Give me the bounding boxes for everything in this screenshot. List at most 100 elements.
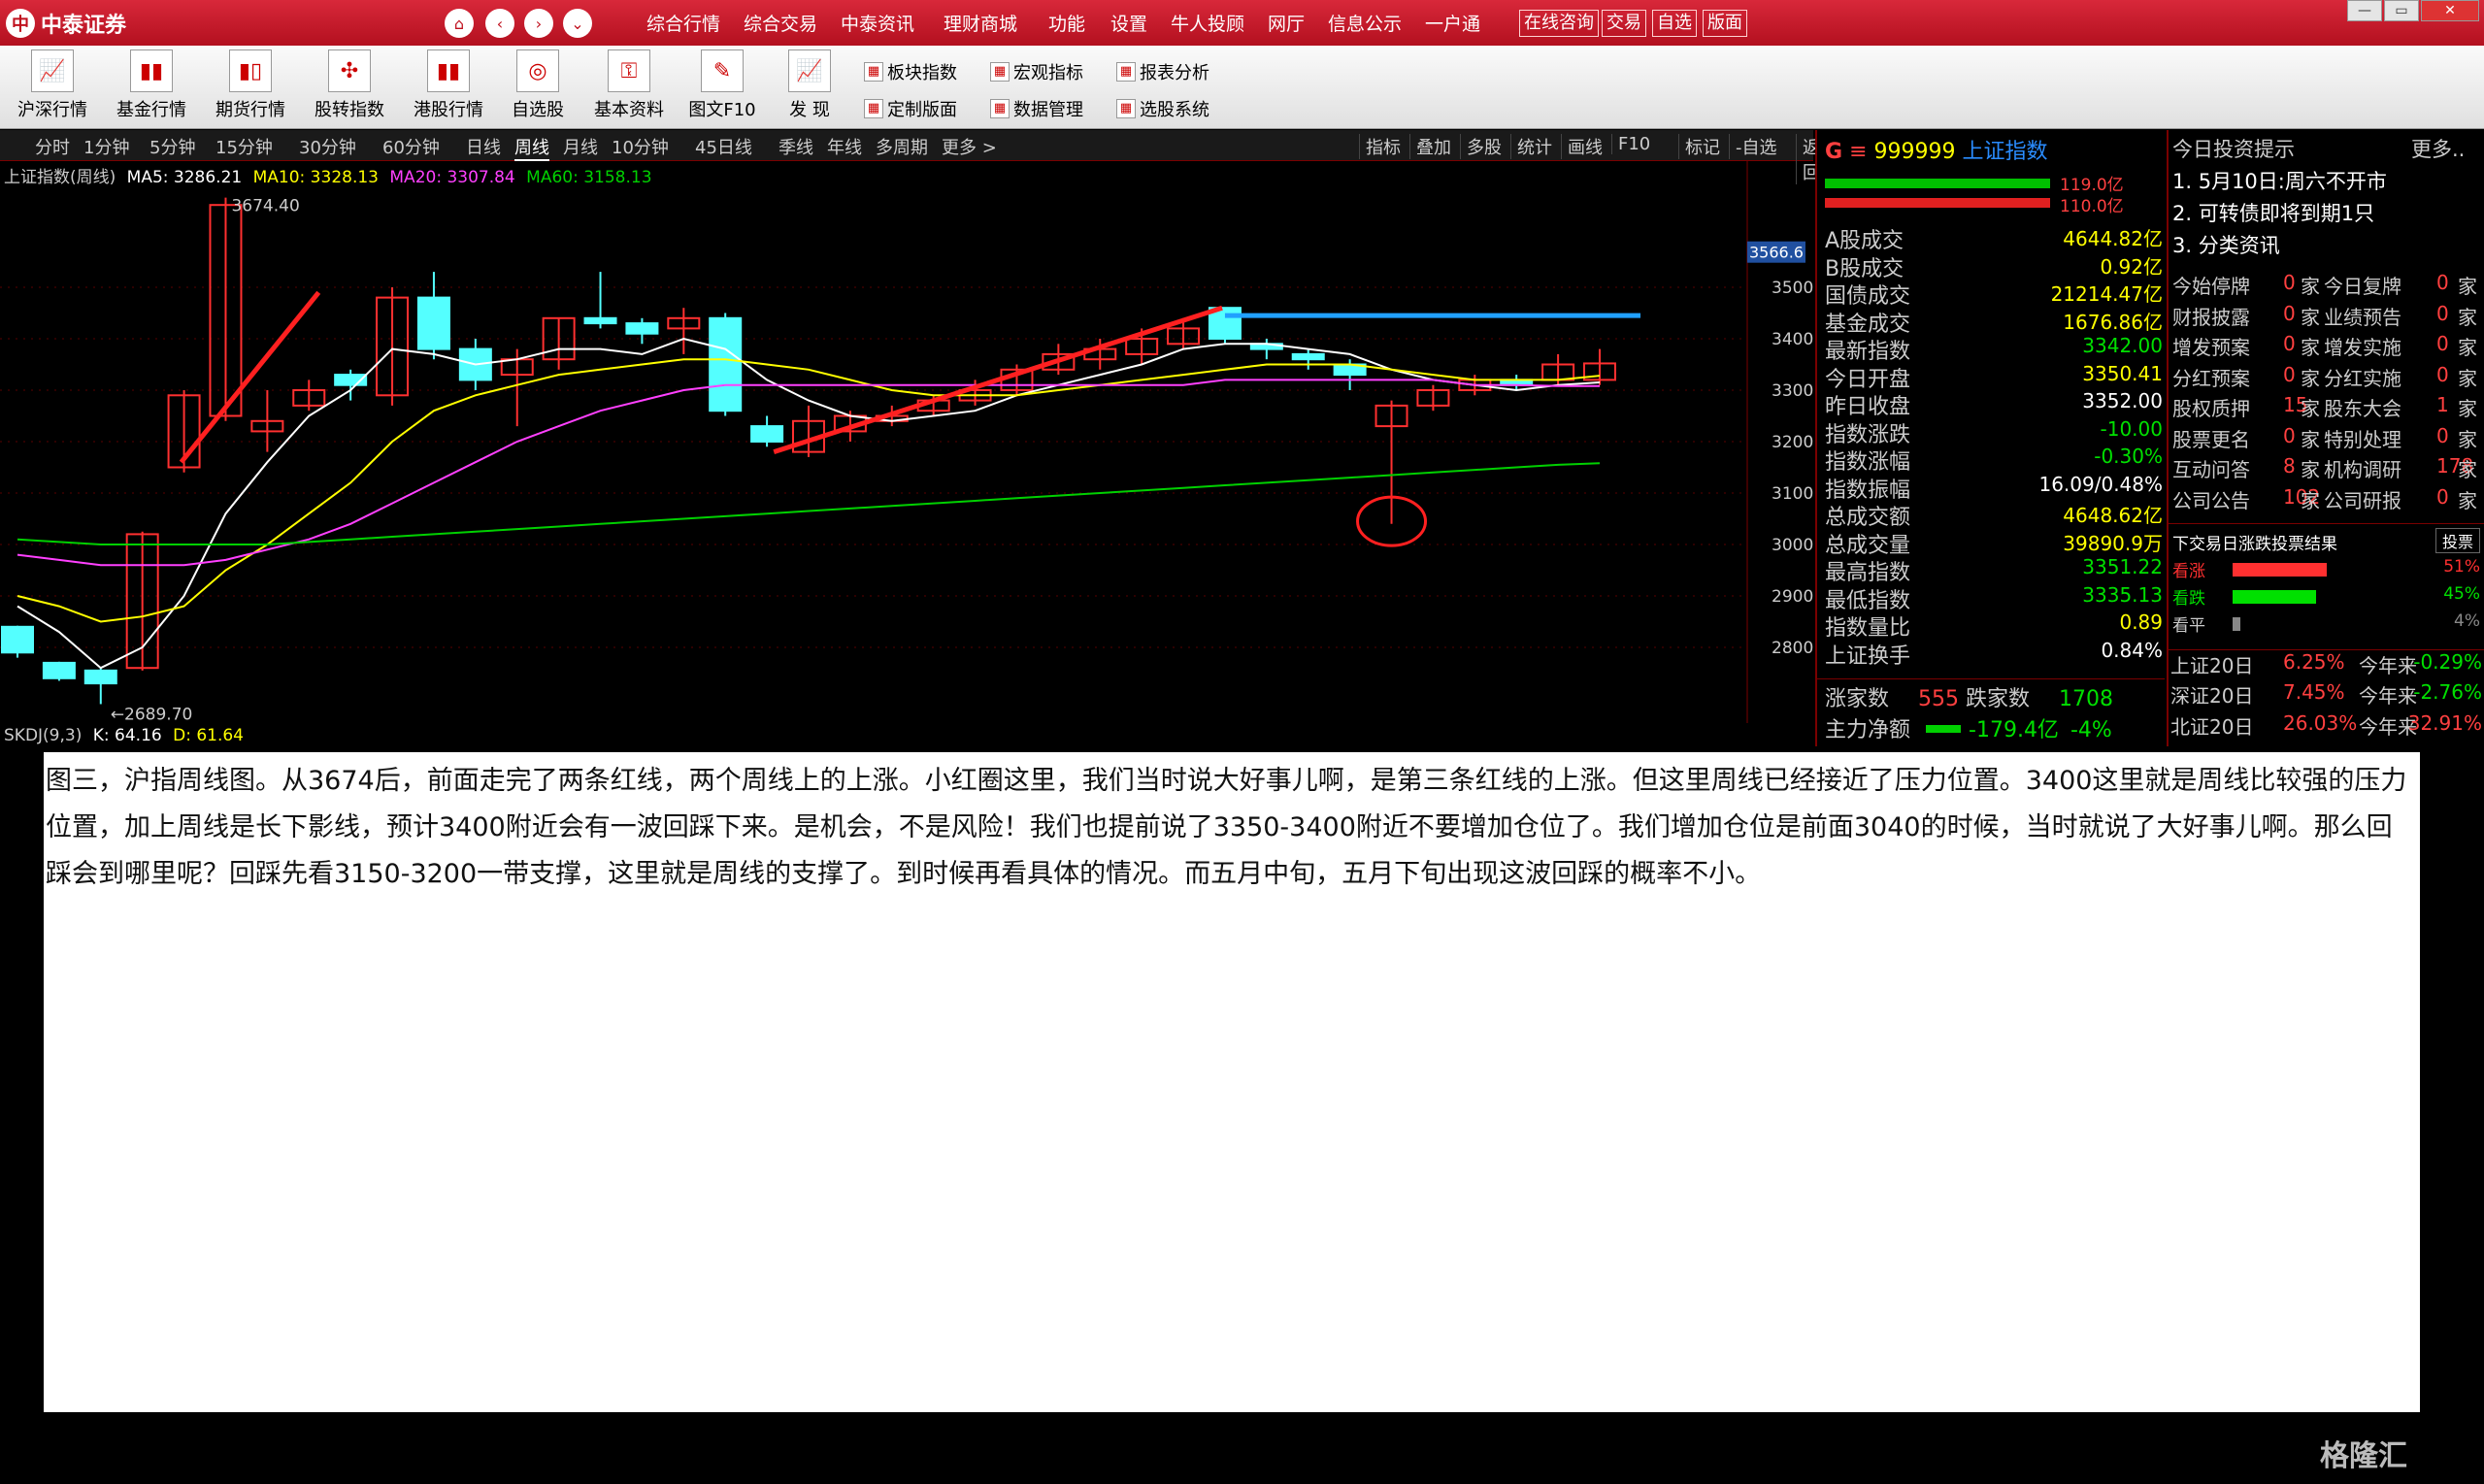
tool-custom-layout[interactable]: ▦ 定制版面 — [864, 96, 957, 121]
tip-item[interactable]: 2. 可转债即将到期1只 — [2172, 198, 2374, 227]
chart-tool-button[interactable]: 叠加 — [1409, 134, 1451, 159]
period-tab[interactable]: 周线 — [514, 134, 549, 161]
menu-trade[interactable]: 综合交易 — [744, 10, 817, 36]
sell-bar — [1825, 198, 2050, 208]
dropdown-icon[interactable]: ⌄ — [563, 9, 592, 38]
event-stat-row[interactable]: 股权质押 15 家股东大会 1 家 — [2169, 393, 2484, 424]
chart-tool-button[interactable]: -自选 — [1729, 134, 1777, 159]
tips-title: 今日投资提示 — [2172, 138, 2295, 161]
tool-report[interactable]: ▦ 报表分析 — [1116, 59, 1209, 84]
forward-icon[interactable]: › — [524, 9, 553, 38]
menu-hall[interactable]: 网厅 — [1268, 10, 1305, 36]
tool-shsz[interactable]: 📈 沪深行情 — [6, 49, 99, 121]
watchlist-button[interactable]: 自选 — [1652, 10, 1697, 37]
quote-row-value: 39890.9万 — [2063, 531, 2163, 555]
main-flow: 主力净额 -179.4亿 -4% — [1825, 712, 2165, 743]
quote-panel: G ≡ 999999 上证指数 119.0亿 110.0亿 A股成交 4644.8… — [1815, 130, 2165, 746]
chart-tool-button[interactable]: 指标 — [1359, 134, 1401, 159]
event-stat-row[interactable]: 互动问答 8 家机构调研 178 家 — [2169, 454, 2484, 485]
bar2-value: 110.0亿 — [2060, 197, 2124, 216]
vote-label: 看平 — [2172, 616, 2205, 636]
tool-profile[interactable]: ⚿ 基本资料 — [582, 49, 676, 121]
event-stat-row[interactable]: 股票更名 0 家特别处理 0 家 — [2169, 424, 2484, 455]
period-tab[interactable]: 月线 — [563, 134, 598, 159]
tool-data-manage[interactable]: ▦ 数据管理 — [990, 96, 1083, 121]
tool-macro[interactable]: ▦ 宏观指标 — [990, 59, 1083, 84]
event-stat-row[interactable]: 分红预案 0 家分红实施 0 家 — [2169, 363, 2484, 394]
tips-more-link[interactable]: 更多.. — [2411, 134, 2465, 163]
chart-tool-button[interactable]: 多股 — [1460, 134, 1502, 159]
chart-tool-button[interactable]: F10 — [1611, 134, 1650, 154]
menu-account[interactable]: 一户通 — [1425, 10, 1480, 36]
menu-finance[interactable]: 理财商城 — [944, 10, 1017, 36]
stat-label: 公司研报 — [2324, 488, 2401, 512]
index-perf-row: 北证20日 26.03% 今年来 32.91% — [2169, 711, 2484, 742]
tips-panel: 今日投资提示 更多.. 1. 5月10日:周六不开市 2. 可转债即将到期1只 … — [2167, 130, 2484, 746]
kline-chart[interactable]: 3500 3400 3300 3200 3100 3000 2900 2800 3674.40 ←… — [0, 160, 1813, 724]
period-tab[interactable]: 5分钟 — [149, 134, 195, 159]
period-tab[interactable]: 30分钟 — [299, 134, 356, 159]
period-tab[interactable]: 年线 — [827, 134, 862, 159]
tool-watchlist[interactable]: ◎ 自选股 — [491, 49, 584, 121]
candle-body — [1, 625, 34, 654]
close-icon[interactable]: ✕ — [2421, 0, 2479, 21]
event-stat-row[interactable]: 财报披露 0 家业绩预告 0 家 — [2169, 302, 2484, 333]
period-tab[interactable]: 10分钟 — [612, 134, 669, 159]
home-icon[interactable]: ⌂ — [445, 9, 474, 38]
quote-row-label: 最低指数 — [1825, 588, 1911, 613]
quote-row: 最高指数 3351.22 — [1825, 555, 2163, 585]
period-tab[interactable]: 1分钟 — [83, 134, 129, 159]
period-tab[interactable]: 更多 > — [942, 134, 997, 159]
tool-f10[interactable]: ✎ 图文F10 — [676, 49, 769, 121]
period-tab[interactable]: 分时 — [35, 134, 70, 159]
tool-futures[interactable]: ▮▯ 期货行情 — [204, 49, 297, 121]
index-name: 上证指数 — [1962, 140, 2048, 164]
period-tab[interactable]: 季线 — [778, 134, 813, 159]
event-stat-row[interactable]: 公司公告 102 家公司研报 0 家 — [2169, 485, 2484, 516]
menu-function[interactable]: 功能 — [1048, 10, 1085, 36]
period-tab[interactable]: 日线 — [466, 134, 501, 159]
event-stat-row[interactable]: 今始停牌 0 家今日复牌 0 家 — [2169, 271, 2484, 302]
tool-stock-screen[interactable]: ▦ 选股系统 — [1116, 96, 1209, 121]
minimize-icon[interactable]: — — [2347, 0, 2382, 21]
vote-button[interactable]: 投票 — [2434, 528, 2480, 553]
quote-row: 昨日收盘 3352.00 — [1825, 389, 2163, 419]
stat-unit: 家 — [2301, 305, 2320, 329]
trade-button[interactable]: 交易 — [1602, 10, 1646, 37]
quote-row: 指数涨幅 -0.30% — [1825, 445, 2163, 475]
select-icon: ◎ — [516, 49, 559, 92]
vote-bar — [2233, 563, 2327, 577]
menu-news[interactable]: 中泰资讯 — [841, 10, 914, 36]
period-tab[interactable]: 45日线 — [695, 134, 752, 159]
back-icon[interactable]: ‹ — [485, 9, 514, 38]
kline-svg[interactable]: 3500 3400 3300 3200 3100 3000 2900 2800 3674.40 ←… — [0, 160, 1813, 724]
quote-row-value: 0.92亿 — [2100, 254, 2163, 279]
tool-sector-index[interactable]: ▦ 板块指数 — [864, 59, 957, 84]
tool-label: 报表分析 — [1140, 63, 1209, 83]
chart-tool-button[interactable]: 统计 — [1510, 134, 1552, 159]
layout-button[interactable]: 版面 — [1703, 10, 1747, 37]
event-stat-row[interactable]: 增发预案 0 家增发实施 0 家 — [2169, 332, 2484, 363]
quote-row-value: -0.30% — [2094, 445, 2163, 468]
candle-body — [1291, 352, 1325, 361]
chart-tool-button[interactable]: 标记 — [1678, 134, 1720, 159]
menu-settings[interactable]: 设置 — [1110, 10, 1147, 36]
vote-pct: 45% — [2443, 584, 2480, 604]
menu-disclosure[interactable]: 信息公示 — [1328, 10, 1402, 36]
tip-item[interactable]: 3. 分类资讯 — [2172, 230, 2280, 259]
tool-neeq[interactable]: ✣ 股转指数 — [303, 49, 396, 121]
tip-item[interactable]: 1. 5月10日:周六不开市 — [2172, 166, 2387, 195]
tool-discover[interactable]: 📈 发 现 — [763, 49, 856, 121]
period-tab[interactable]: 多周期 — [876, 134, 928, 159]
tool-hk[interactable]: ▮▮ 港股行情 — [402, 49, 495, 121]
menu-advisor[interactable]: 牛人投顾 — [1171, 10, 1244, 36]
online-consult-button[interactable]: 在线咨询 — [1519, 10, 1599, 37]
tool-fund[interactable]: ▮▮ 基金行情 — [105, 49, 198, 121]
perf-value: -0.29% — [2413, 650, 2482, 674]
period-tab[interactable]: 15分钟 — [215, 134, 273, 159]
menu-market[interactable]: 综合行情 — [646, 10, 720, 36]
maximize-icon[interactable]: ▭ — [2384, 0, 2419, 21]
chart-tool-button[interactable]: 画线 — [1561, 134, 1603, 159]
period-tab[interactable]: 60分钟 — [382, 134, 440, 159]
quote-row: 最新指数 3342.00 — [1825, 334, 2163, 364]
